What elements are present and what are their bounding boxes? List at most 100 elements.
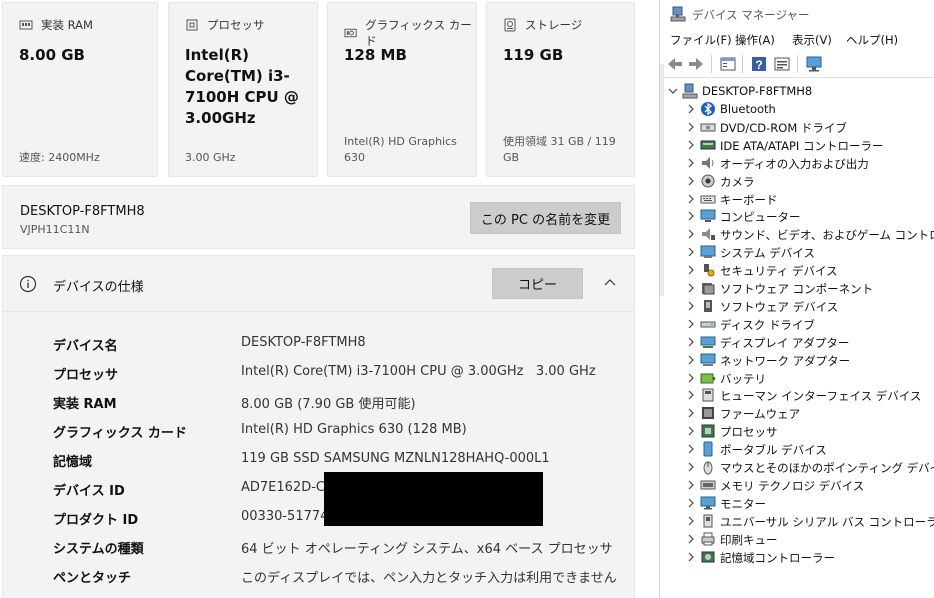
firmware-icon [702,407,714,420]
tree-item[interactable]: コンピューター [686,207,931,225]
tree-item[interactable]: IDE ATA/ATAPI コントローラー [686,136,931,154]
chevron-right-icon[interactable] [686,462,696,472]
processor-card-header: プロセッサ [185,17,265,33]
chevron-right-icon[interactable] [686,229,696,239]
device-specs-header[interactable]: デバイスの仕様 コピー [3,256,634,312]
tree-root[interactable]: DESKTOP-F8FTMH8 [668,82,928,100]
tree-item[interactable]: システム デバイス [686,243,931,261]
chevron-right-icon[interactable] [686,265,696,275]
chevron-right-icon[interactable] [686,158,696,168]
spec-value: 64 ビット オペレーティング システム、x64 ベース プロセッサ [241,542,613,557]
ram-card-title: 実装 RAM [41,18,93,32]
tree-item[interactable]: ディスク ドライブ [686,315,931,333]
tree-item[interactable]: オーディオの入力および出力 [686,154,931,172]
tree-item[interactable]: バッテリ [686,369,931,387]
chevron-up-icon[interactable] [603,275,617,289]
chevron-right-icon[interactable] [686,390,696,400]
toolbar-separator [797,55,798,73]
spec-value: このディスプレイでは、ペン入力とタッチ入力は利用できません [241,571,617,586]
chevron-right-icon[interactable] [686,552,696,562]
security-key-icon [704,264,715,277]
chevron-right-icon[interactable] [686,355,696,365]
memory-tech-icon [700,480,716,490]
chevron-right-icon[interactable] [686,534,696,544]
spec-value: Intel(R) Core(TM) i3-7100H CPU @ 3.00GHz… [241,364,596,379]
storage-card-header: ストレージ [503,17,582,33]
tree-item[interactable]: モニター [686,494,931,512]
tree-item[interactable]: ヒューマン インターフェイス デバイス [686,386,931,404]
chevron-right-icon[interactable] [686,140,696,150]
computer-root-icon [682,83,698,99]
tree-item[interactable]: キーボード [686,190,931,208]
chevron-right-icon[interactable] [686,122,696,132]
chevron-right-icon[interactable] [686,408,696,418]
scan-hardware-icon[interactable] [773,55,791,73]
tree-item[interactable]: ネットワーク アダプター [686,351,931,369]
tree-item-label: セキュリティ デバイス [720,264,838,279]
tree-item-label: ディスプレイ アダプター [720,335,850,350]
tree-item[interactable]: Bluetooth [686,100,931,118]
spec-row-device-name: デバイス名 DESKTOP-F8FTMH8 [3,335,634,364]
tree-item[interactable]: ユニバーサル シリアル バス コントローラー [686,512,934,530]
processor-card-sub: 3.00 GHz [185,151,236,164]
back-arrow-icon[interactable] [666,55,684,73]
chevron-right-icon[interactable] [686,498,696,508]
bluetooth-icon [701,102,715,116]
chevron-right-icon[interactable] [686,283,696,293]
device-manager-titlebar[interactable]: デバイス マネージャー [660,0,934,28]
tree-item-label: カメラ [720,174,755,189]
processor-card-title: プロセッサ [207,18,265,32]
tree-item[interactable]: サウンド、ビデオ、およびゲーム コントローラー [686,225,934,243]
tree-item[interactable]: ポータブル デバイス [686,440,931,458]
tree-item[interactable]: カメラ [686,172,931,190]
chevron-right-icon[interactable] [686,104,696,114]
copy-button[interactable]: コピー [492,268,583,299]
speaker-icon [702,156,714,169]
tree-item[interactable]: ソフトウェア コンポーネント [686,279,931,297]
properties-view-icon[interactable] [719,55,737,73]
software-device-icon [704,299,712,312]
chevron-right-icon[interactable] [686,176,696,186]
chevron-right-icon[interactable] [686,194,696,204]
hid-icon [702,388,714,402]
forward-arrow-icon[interactable] [687,55,705,73]
chevron-right-icon[interactable] [686,444,696,454]
portable-device-icon [703,441,713,457]
tree-item[interactable]: マウスとそのほかのポインティング デバイス [686,458,934,476]
tree-item[interactable]: ファームウェア [686,404,931,422]
disk-drive-icon [700,321,716,328]
chevron-right-icon[interactable] [686,211,696,221]
tree-item-label: オーディオの入力および出力 [720,156,869,171]
tree-item[interactable]: 記憶域コントローラー [686,548,931,566]
chevron-right-icon[interactable] [686,373,696,383]
tree-item[interactable]: ディスプレイ アダプター [686,333,931,351]
tree-item[interactable]: ソフトウェア デバイス [686,297,931,315]
tree-item[interactable]: セキュリティ デバイス [686,261,931,279]
chevron-right-icon[interactable] [686,319,696,329]
chevron-right-icon[interactable] [686,516,696,526]
monitor-action-icon[interactable] [805,55,823,73]
rename-pc-button[interactable]: この PC の名前を変更 [470,202,621,234]
menu-help[interactable]: ヘルプ(H) [846,32,898,48]
chevron-right-icon[interactable] [686,337,696,347]
chevron-right-icon[interactable] [686,247,696,257]
sound-icon [702,228,715,241]
chevron-down-icon[interactable] [668,86,678,96]
menu-view[interactable]: 表示(V) [792,32,832,48]
spec-value: Intel(R) HD Graphics 630 (128 MB) [241,422,467,437]
spec-value: AD7E162D-C8 [241,480,334,495]
menu-file[interactable]: ファイル(F) [670,32,732,48]
menu-action[interactable]: 操作(A) [735,32,775,48]
tree-item[interactable]: プロセッサ [686,422,931,440]
storage-icon [504,18,516,32]
tree-root-label: DESKTOP-F8FTMH8 [702,84,813,98]
chevron-right-icon[interactable] [686,426,696,436]
tree-item[interactable]: DVD/CD-ROM ドライブ [686,118,931,136]
tree-item[interactable]: 印刷キュー [686,530,931,548]
processor-card-value: Intel(R) Core(TM) i3-7100H CPU @ 3.00GHz [185,46,299,127]
chevron-right-icon[interactable] [686,301,696,311]
tree-item[interactable]: メモリ テクノロジ デバイス [686,476,931,494]
menu-bar: ファイル(F) 操作(A) 表示(V) ヘルプ(H) [660,28,934,50]
help-icon[interactable]: ? [750,55,768,73]
chevron-right-icon[interactable] [686,480,696,490]
